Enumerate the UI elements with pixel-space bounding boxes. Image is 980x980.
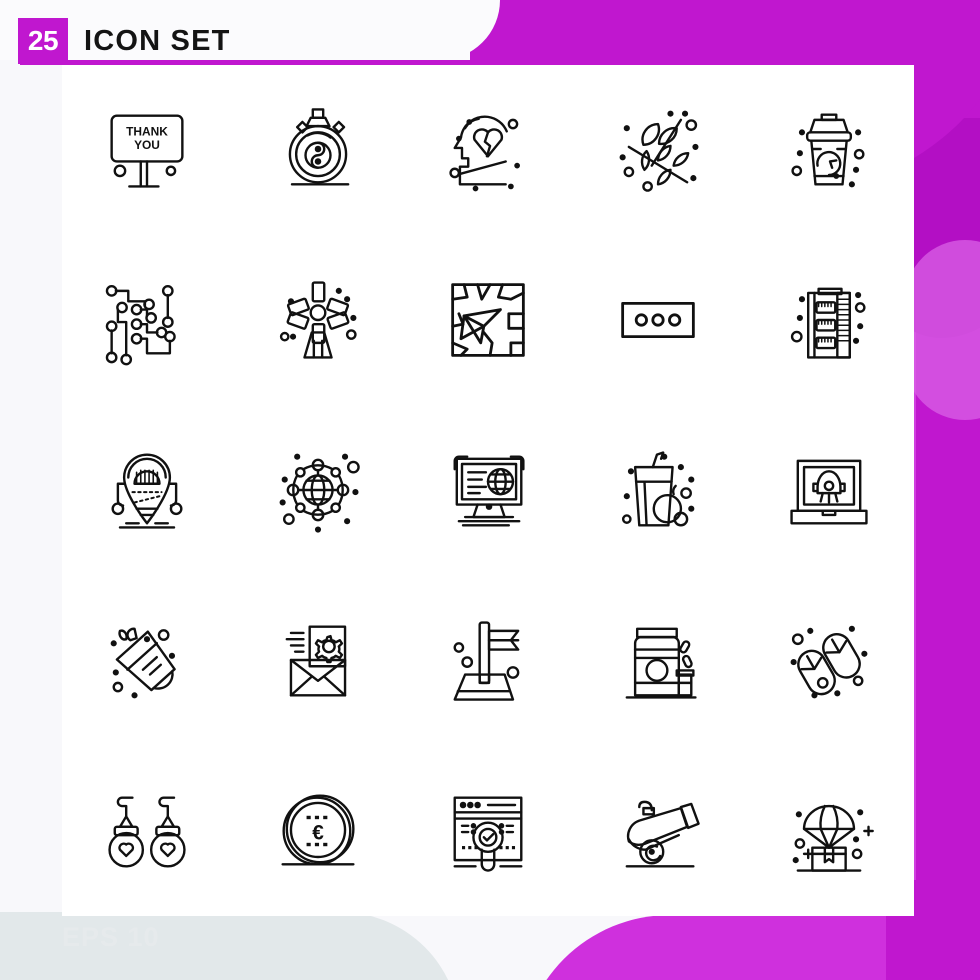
icon-count-badge: 25	[18, 18, 68, 64]
header-bar: 25 ICON SET	[0, 0, 980, 65]
server-rack-icon	[777, 268, 881, 372]
magenta-blob-right-dark	[916, 0, 980, 980]
stopwatch-yin-yang-icon	[266, 97, 370, 201]
icon-cell-recycle-bin-cup[interactable]	[744, 64, 914, 234]
header-white-curve	[440, 0, 500, 60]
icon-cell-location-robot-pin[interactable]	[62, 405, 232, 575]
icon-cell-three-dots-card[interactable]	[573, 234, 743, 404]
icon-cell-browser-search-check[interactable]	[403, 746, 573, 916]
three-dots-card-icon	[606, 268, 710, 372]
thank-you-billboard-icon: THANK YOU	[95, 97, 199, 201]
euro-coin-icon: €	[266, 779, 370, 883]
parachute-delivery-icon	[777, 779, 881, 883]
juice-glass-apple-icon	[606, 438, 710, 542]
icon-cell-flag-base[interactable]	[403, 575, 573, 745]
map-navigation-icon	[436, 268, 540, 372]
icon-cell-euro-coin[interactable]: €	[232, 746, 402, 916]
supplement-jar-icon	[606, 608, 710, 712]
icon-cell-spilling-bucket[interactable]	[62, 575, 232, 745]
icon-cell-circuit-board[interactable]	[62, 234, 232, 404]
cannon-icon	[606, 779, 710, 883]
header-white-panel	[0, 0, 470, 60]
eps-version-label: EPS 10	[62, 922, 160, 952]
icon-cell-map-navigation[interactable]	[403, 234, 573, 404]
icon-cell-cannon[interactable]	[573, 746, 743, 916]
icon-cell-broken-heart-head[interactable]	[403, 64, 573, 234]
icon-cell-thank-you-billboard[interactable]: THANK YOU	[62, 64, 232, 234]
icon-cell-server-rack[interactable]	[744, 234, 914, 404]
icon-cell-flip-flops[interactable]	[744, 575, 914, 745]
icon-cell-windmill[interactable]	[232, 234, 402, 404]
icon-cell-email-settings[interactable]	[232, 575, 402, 745]
icon-cell-heart-earrings[interactable]	[62, 746, 232, 916]
icon-grid: THANK YOU €	[62, 64, 914, 916]
icon-cell-leaf-branch[interactable]	[573, 64, 743, 234]
icon-cell-laptop-rocket[interactable]	[744, 405, 914, 575]
page-title: ICON SET	[84, 25, 231, 57]
euro-symbol: €	[312, 821, 324, 844]
circuit-board-icon	[95, 268, 199, 372]
location-robot-pin-icon	[95, 438, 199, 542]
icon-cell-supplement-jar[interactable]	[573, 575, 743, 745]
icon-cell-parachute-delivery[interactable]	[744, 746, 914, 916]
leaf-branch-icon	[606, 97, 710, 201]
flip-flops-icon	[777, 608, 881, 712]
icon-cell-web-news-monitor[interactable]	[403, 405, 573, 575]
heart-earrings-icon	[95, 779, 199, 883]
spilling-bucket-icon	[95, 608, 199, 712]
magenta-blob-right-soft	[905, 240, 980, 420]
email-settings-icon	[266, 608, 370, 712]
magenta-blob-bottom	[520, 915, 980, 980]
broken-heart-head-icon	[436, 97, 540, 201]
recycle-bin-cup-icon	[777, 97, 881, 201]
icon-cell-juice-glass-apple[interactable]	[573, 405, 743, 575]
flag-base-icon	[436, 608, 540, 712]
billboard-line-2: YOU	[134, 138, 160, 152]
laptop-rocket-icon	[777, 438, 881, 542]
billboard-line-1: THANK	[126, 125, 168, 139]
icon-cell-global-network[interactable]	[232, 405, 402, 575]
browser-search-check-icon	[436, 779, 540, 883]
windmill-icon	[266, 268, 370, 372]
icon-cell-stopwatch-yin-yang[interactable]	[232, 64, 402, 234]
poster-stage: 25 ICON SET THANK YOU € EPS 10	[0, 0, 980, 980]
web-news-monitor-icon	[436, 438, 540, 542]
global-network-icon	[266, 438, 370, 542]
